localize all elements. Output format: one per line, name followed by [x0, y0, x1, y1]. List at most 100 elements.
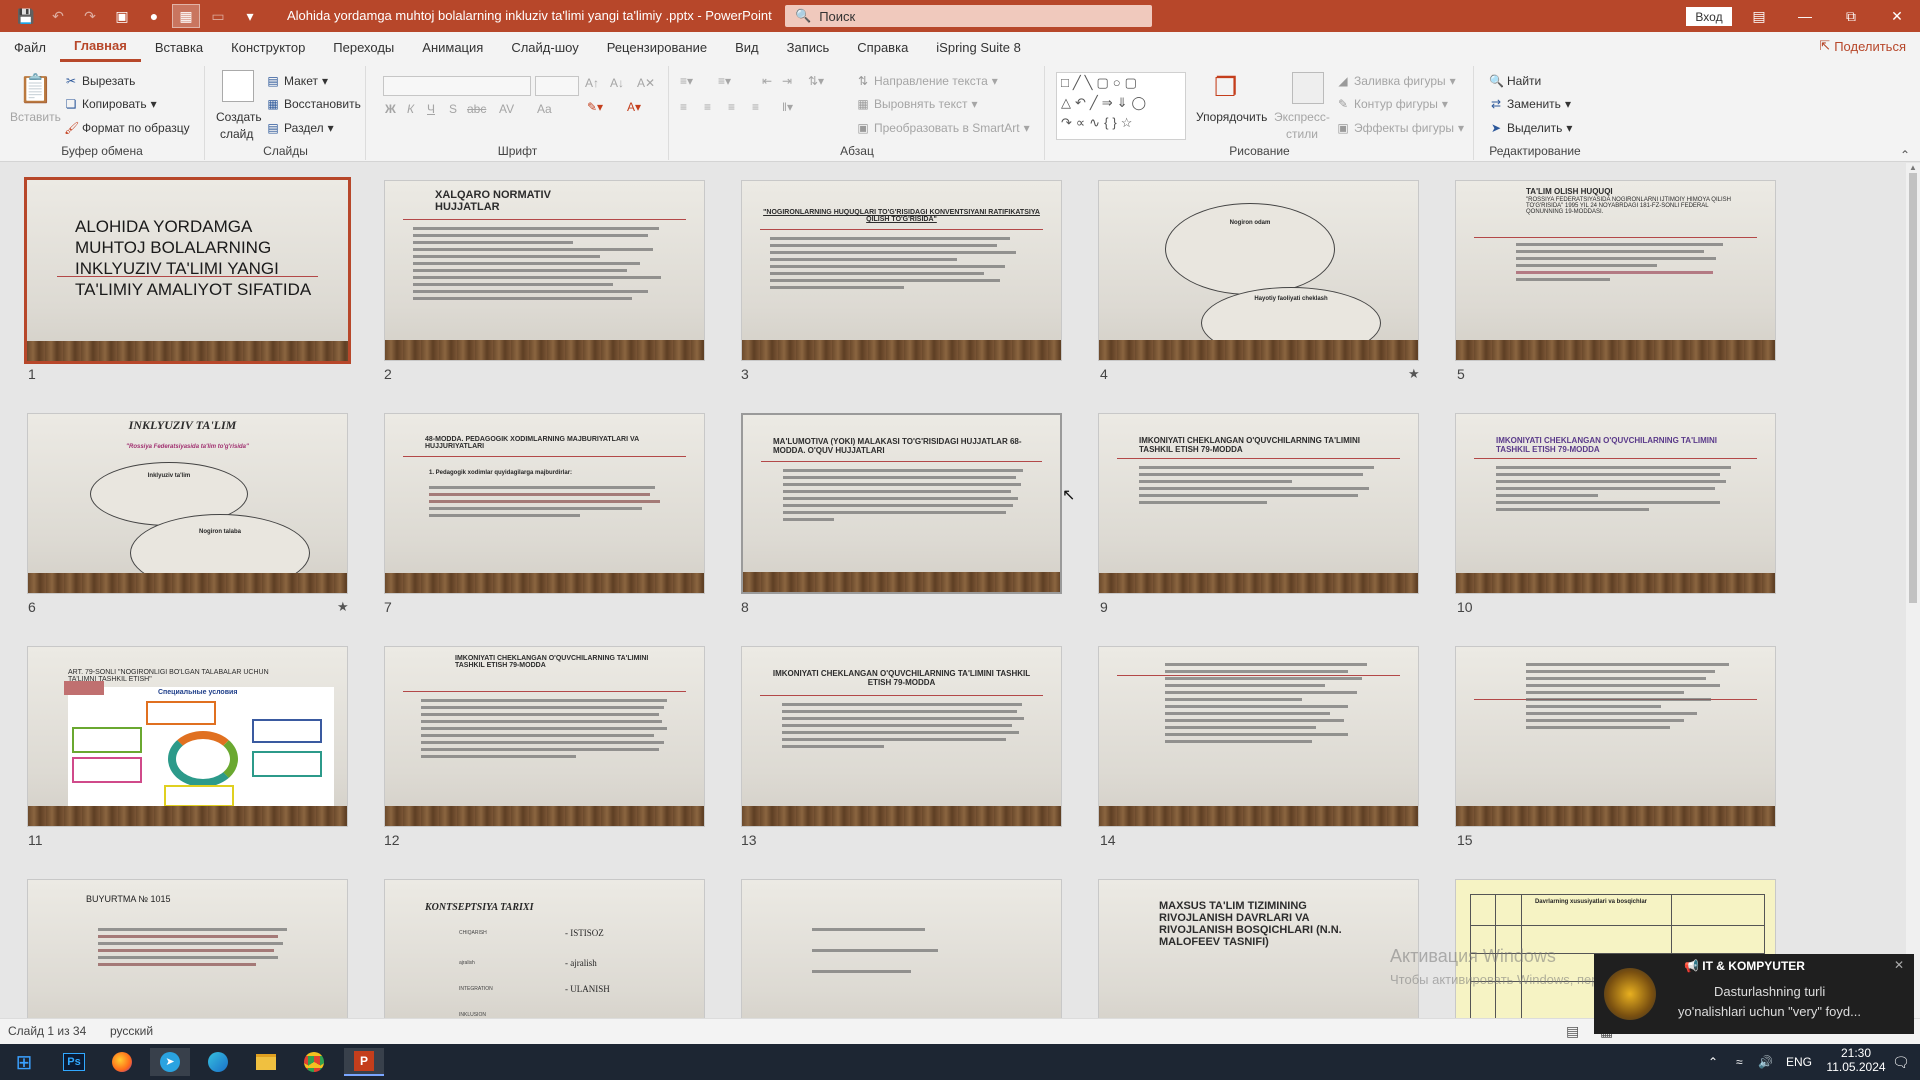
- paste-button[interactable]: Вставить: [10, 110, 61, 124]
- normal-view-icon[interactable]: ▤: [1566, 1023, 1579, 1040]
- slide-thumbnail-17[interactable]: KONTSEPTSIYA TARIXI CHIQARISH - ISTISOZ …: [384, 879, 705, 1018]
- firefox-icon[interactable]: [102, 1048, 142, 1076]
- line-spacing-icon[interactable]: ⇅▾: [808, 74, 824, 88]
- slide-thumbnail-5[interactable]: TA'LIM OLISH HUQUQI "ROSSIYA FEDERATSIYA…: [1455, 180, 1776, 361]
- bullets-icon[interactable]: ≡▾: [680, 74, 693, 88]
- new-slide-icon[interactable]: [222, 70, 254, 102]
- photoshop-icon[interactable]: Ps: [54, 1048, 94, 1076]
- tray-chevron-icon[interactable]: ⌃: [1708, 1044, 1718, 1080]
- slide-thumbnail-6[interactable]: INKLYUZIV TA'LIM "Rossiya Federatsiyasid…: [27, 413, 348, 594]
- paste-icon[interactable]: 📋: [18, 72, 53, 104]
- tab-view[interactable]: Вид: [721, 32, 773, 62]
- windows-start-icon[interactable]: ⊞: [4, 1048, 44, 1076]
- slide-thumbnail-19[interactable]: MAXSUS TA'LIM TIZIMINING RIVOJLANISH DAV…: [1098, 879, 1419, 1018]
- slide-thumbnail-18[interactable]: [741, 879, 1062, 1018]
- cut-button[interactable]: ✂ Вырезать: [64, 74, 135, 88]
- vertical-scrollbar[interactable]: ▲: [1906, 163, 1920, 1018]
- new-slide-label-2[interactable]: слайд: [220, 127, 253, 141]
- normal-view-icon[interactable]: ▭: [204, 4, 232, 28]
- slide-thumbnail-14[interactable]: [1098, 646, 1419, 827]
- increase-indent-icon[interactable]: ⇥: [782, 74, 792, 88]
- chrome-icon[interactable]: [294, 1048, 334, 1076]
- volume-icon[interactable]: 🔊: [1758, 1044, 1773, 1080]
- wifi-icon[interactable]: ≈: [1736, 1044, 1743, 1080]
- underline-button[interactable]: Ч: [427, 102, 435, 116]
- presentation-icon[interactable]: ▣: [108, 4, 136, 28]
- highlight-icon[interactable]: ✎▾: [587, 100, 603, 114]
- font-family-combo[interactable]: [383, 76, 531, 96]
- tab-transitions[interactable]: Переходы: [319, 32, 408, 62]
- align-left-icon[interactable]: ≡: [680, 100, 687, 114]
- reset-button[interactable]: ▦ Восстановить: [266, 97, 361, 111]
- slide-thumbnail-2[interactable]: XALQARO NORMATIV HUJJATLAR: [384, 180, 705, 361]
- telegram-icon[interactable]: ➤: [150, 1048, 190, 1076]
- minimize-button[interactable]: —: [1782, 0, 1828, 32]
- columns-icon[interactable]: ‖▾: [782, 100, 793, 114]
- font-color-icon[interactable]: A▾: [627, 100, 641, 114]
- slide-sorter-icon[interactable]: ▦: [172, 4, 200, 28]
- slide-thumbnail-13[interactable]: IMKONIYATI CHEKLANGAN O'QUVCHILARNING TA…: [741, 646, 1062, 827]
- tab-record[interactable]: Запись: [773, 32, 844, 62]
- slide-thumbnail-11[interactable]: ART. 79-SONLI "NOGIRONLIGI BO'LGAN TALAB…: [27, 646, 348, 827]
- align-center-icon[interactable]: ≡: [704, 100, 711, 114]
- tab-home[interactable]: Главная: [59, 32, 141, 62]
- input-language[interactable]: ENG: [1786, 1044, 1812, 1080]
- grow-font-icon[interactable]: A↑: [585, 76, 599, 90]
- tab-review[interactable]: Рецензирование: [593, 32, 721, 62]
- char-spacing-button[interactable]: AV: [499, 102, 514, 116]
- quick-styles-icon[interactable]: [1292, 72, 1324, 104]
- scroll-up-icon[interactable]: ▲: [1909, 163, 1917, 172]
- clock[interactable]: 21:30 11.05.2024: [1826, 1046, 1886, 1074]
- slide-thumbnail-10[interactable]: IMKONIYATI CHEKLANGAN O'QUVCHILARNING TA…: [1455, 413, 1776, 594]
- justify-icon[interactable]: ≡: [752, 100, 759, 114]
- ribbon-display-icon[interactable]: ▤: [1736, 0, 1782, 32]
- restore-button[interactable]: ⧉: [1828, 0, 1874, 32]
- share-button[interactable]: ⇱ Поделиться: [1819, 38, 1906, 54]
- search-input[interactable]: 🔍 Поиск: [785, 5, 1152, 27]
- notifications-icon[interactable]: 🗨: [1892, 1044, 1910, 1080]
- quick-styles-label-2[interactable]: стили: [1286, 127, 1318, 141]
- arrange-icon[interactable]: ❐: [1214, 72, 1246, 104]
- section-button[interactable]: ▤ Раздел ▾: [266, 121, 333, 135]
- clear-format-icon[interactable]: A✕: [637, 76, 655, 90]
- scrollbar-thumb[interactable]: [1909, 173, 1917, 603]
- tab-ispring[interactable]: iSpring Suite 8: [922, 32, 1035, 62]
- collapse-ribbon-icon[interactable]: ⌃: [1900, 148, 1910, 162]
- slide-thumbnail-9[interactable]: IMKONIYATI CHEKLANGAN O'QUVCHILARNING TA…: [1098, 413, 1419, 594]
- tab-animations[interactable]: Анимация: [408, 32, 497, 62]
- shape-effects-button[interactable]: ▣ Эффекты фигуры ▾: [1336, 121, 1464, 135]
- shapes-gallery[interactable]: □╱╲▢○▢ △↶╱⇒⇓◯ ↷∝∿{}☆: [1056, 72, 1186, 140]
- tab-design[interactable]: Конструктор: [217, 32, 319, 62]
- slide-thumbnail-16[interactable]: BUYURTMA № 1015: [27, 879, 348, 1018]
- slide-thumbnail-3[interactable]: "NOGIRONLARNING HUQUQLARI TO'G'RISIDAGI …: [741, 180, 1062, 361]
- italic-button[interactable]: К: [407, 102, 414, 116]
- arrange-button[interactable]: Упорядочить: [1196, 110, 1267, 124]
- smartart-button[interactable]: ▣ Преобразовать в SmartArt ▾: [856, 121, 1029, 135]
- slide-thumbnail-7[interactable]: 48-MODDA. PEDAGOGIK XODIMLARNING MAJBURI…: [384, 413, 705, 594]
- language-indicator[interactable]: русский: [110, 1024, 153, 1038]
- layout-button[interactable]: ▤ Макет ▾: [266, 74, 328, 88]
- decrease-indent-icon[interactable]: ⇤: [762, 74, 772, 88]
- tab-insert[interactable]: Вставка: [141, 32, 217, 62]
- tab-help[interactable]: Справка: [843, 32, 922, 62]
- numbering-icon[interactable]: ≡▾: [718, 74, 731, 88]
- bold-button[interactable]: Ж: [385, 102, 396, 116]
- shadow-button[interactable]: S: [449, 102, 457, 116]
- replace-button[interactable]: ⇄ Заменить ▾: [1489, 97, 1571, 111]
- close-icon[interactable]: ✕: [1894, 958, 1904, 972]
- align-text-button[interactable]: ▦ Выровнять текст ▾: [856, 97, 977, 111]
- copy-button[interactable]: ❏ Копировать ▾: [64, 97, 157, 111]
- telegram-notification[interactable]: 📢 IT & KOMPYUTER Dasturlashning turli yo…: [1594, 954, 1914, 1034]
- slide-thumbnail-15[interactable]: [1455, 646, 1776, 827]
- powerpoint-icon[interactable]: P: [344, 1048, 384, 1076]
- save-icon[interactable]: 💾: [12, 4, 40, 28]
- strikethrough-button[interactable]: abc: [467, 102, 486, 116]
- shrink-font-icon[interactable]: A↓: [610, 76, 624, 90]
- tab-file[interactable]: Файл: [0, 32, 60, 62]
- align-right-icon[interactable]: ≡: [728, 100, 735, 114]
- undo-icon[interactable]: ↶: [44, 4, 72, 28]
- slide-thumbnail-8[interactable]: MA'LUMOTIVA (YOKI) MALAKASI TO'G'RISIDAG…: [741, 413, 1062, 594]
- select-button[interactable]: ➤ Выделить ▾: [1489, 121, 1572, 135]
- font-size-combo[interactable]: [535, 76, 579, 96]
- change-case-button[interactable]: Aa: [537, 102, 552, 116]
